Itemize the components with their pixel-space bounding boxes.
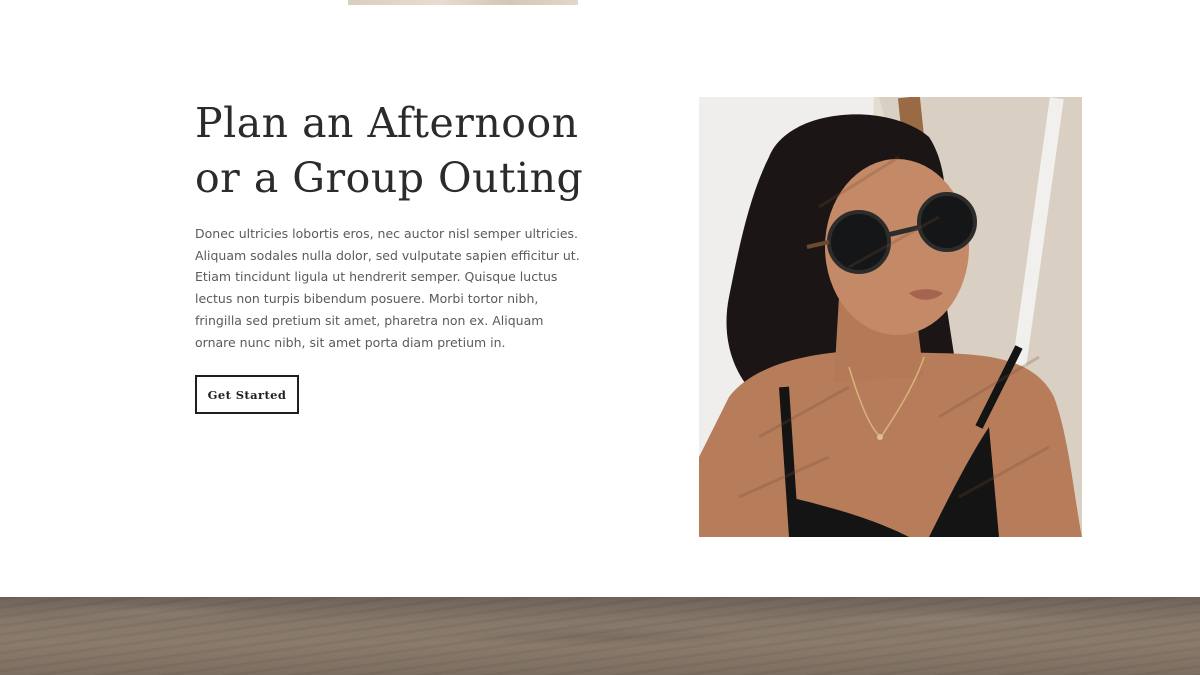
heading-line-1: Plan an Afternoon [195,99,579,147]
sand-banner-image [0,597,1200,675]
previous-section-image [348,0,578,5]
photo-illustration [699,97,1082,537]
outing-section: Plan an Afternoon or a Group Outing Done… [195,96,595,415]
heading-line-2: or a Group Outing [195,154,584,202]
get-started-button[interactable]: Get Started [195,375,299,415]
section-body-text: Donec ultricies lobortis eros, nec aucto… [195,226,580,350]
woman-sunglasses-photo [699,97,1082,537]
section-heading: Plan an Afternoon or a Group Outing [195,96,595,206]
